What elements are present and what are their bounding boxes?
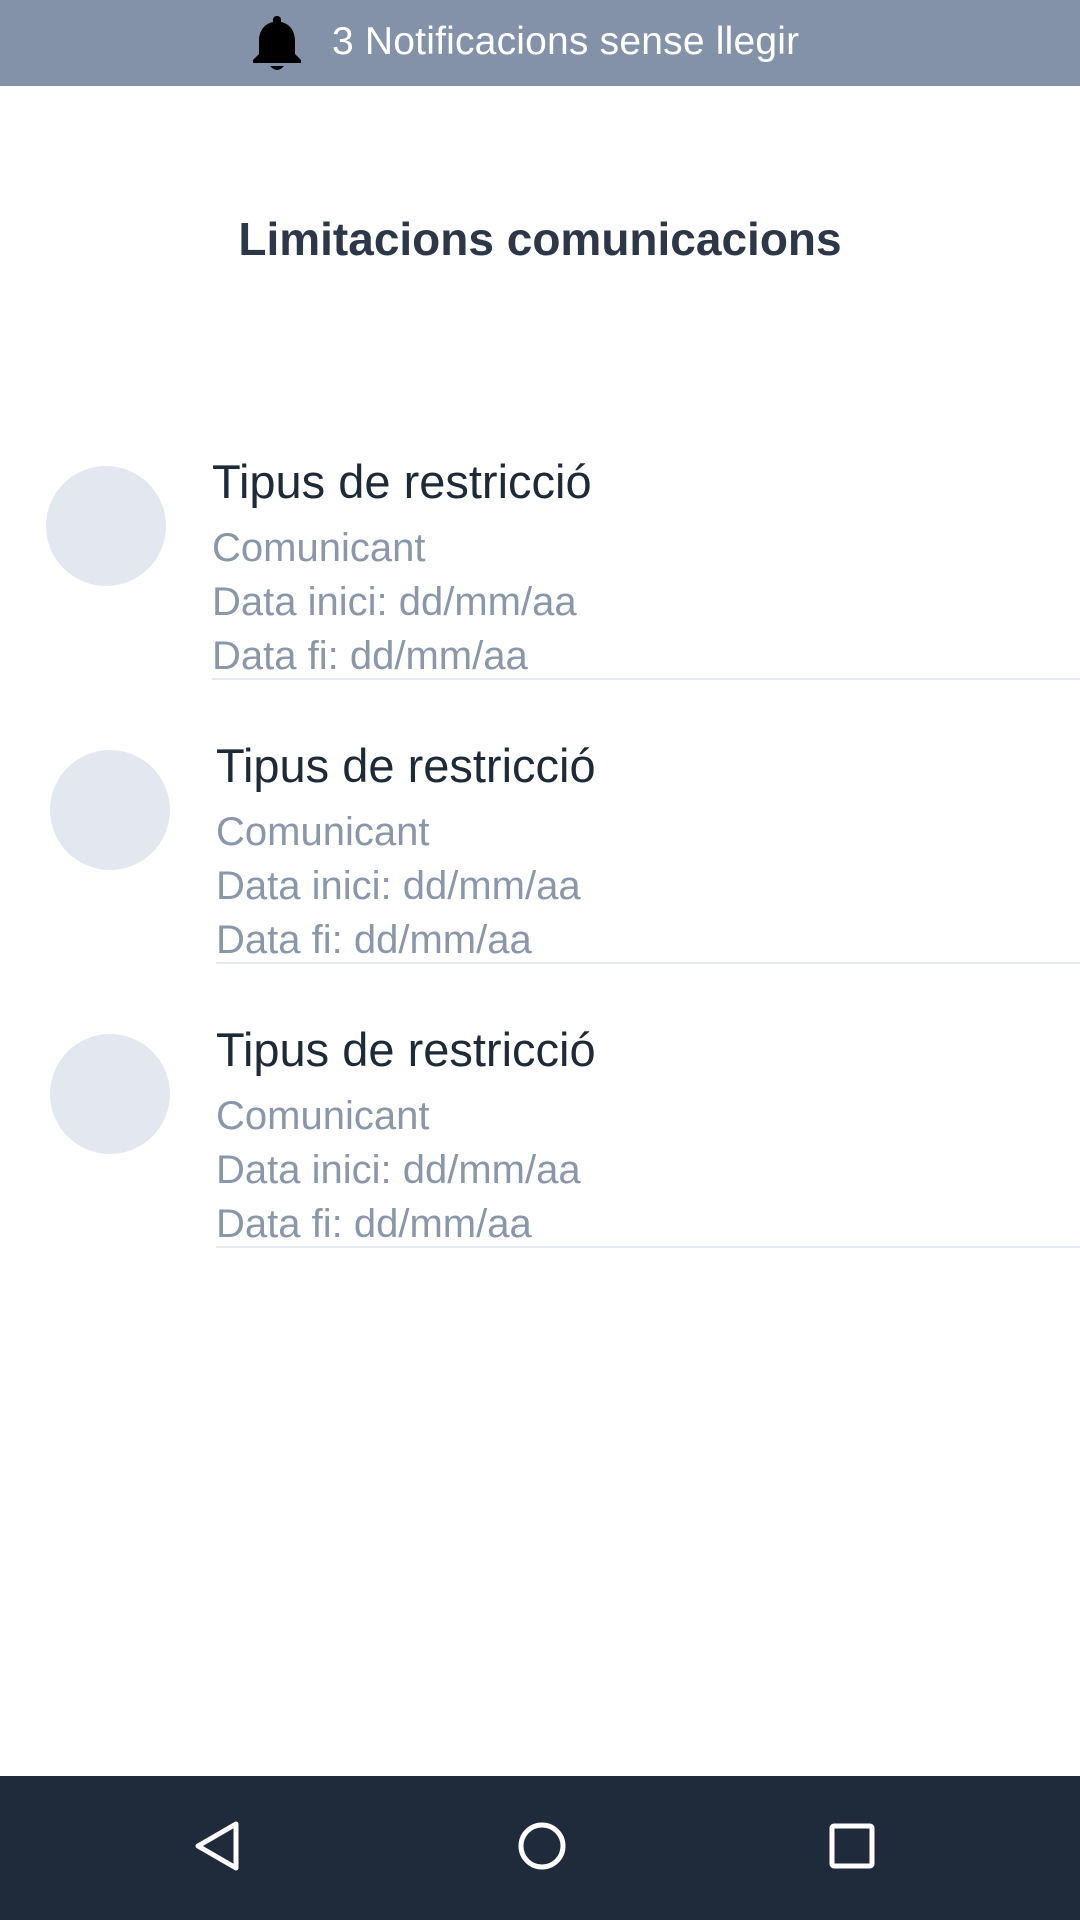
recent-apps-button[interactable] <box>792 1776 912 1920</box>
list-item-subtitle: Comunicant <box>216 1094 430 1138</box>
bell-icon <box>244 10 310 76</box>
list-item-end-date: Data fi: dd/mm/aa <box>216 918 532 962</box>
list-item-start-date: Data inici: dd/mm/aa <box>212 580 577 624</box>
page-title: Limitacions comunicacions <box>238 213 842 265</box>
avatar <box>46 466 166 586</box>
notification-bar[interactable]: 3 Notificacions sense llegir <box>0 0 1080 86</box>
notification-count-text[interactable]: 3 Notificacions sense llegir <box>332 0 799 86</box>
list-item[interactable]: Tipus de restricció Comunicant Data inic… <box>0 724 1080 1008</box>
avatar <box>50 1034 170 1154</box>
system-navigation-bar <box>0 1776 1080 1920</box>
list-item-subtitle: Comunicant <box>212 526 426 570</box>
list-item-title: Tipus de restricció <box>216 1023 596 1076</box>
list-item-title: Tipus de restricció <box>212 455 592 508</box>
list-item-end-date: Data fi: dd/mm/aa <box>216 1202 532 1246</box>
list-item-start-date: Data inici: dd/mm/aa <box>216 864 581 908</box>
back-button[interactable] <box>158 1776 278 1920</box>
list-item-start-date: Data inici: dd/mm/aa <box>216 1148 581 1192</box>
recent-apps-square-icon <box>824 1818 880 1879</box>
list-item-body: Tipus de restricció Comunicant Data inic… <box>216 724 1080 964</box>
avatar <box>50 750 170 870</box>
home-circle-icon <box>514 1818 570 1879</box>
list-item-body: Tipus de restricció Comunicant Data inic… <box>212 440 1080 680</box>
home-button[interactable] <box>482 1776 602 1920</box>
list-item-title: Tipus de restricció <box>216 739 596 792</box>
list-item[interactable]: Tipus de restricció Comunicant Data inic… <box>0 440 1080 724</box>
restriction-list: Tipus de restricció Comunicant Data inic… <box>0 440 1080 1292</box>
list-item-subtitle: Comunicant <box>216 810 430 854</box>
list-item-end-date: Data fi: dd/mm/aa <box>212 634 528 678</box>
back-triangle-icon <box>190 1818 246 1879</box>
list-item[interactable]: Tipus de restricció Comunicant Data inic… <box>0 1008 1080 1292</box>
list-item-body: Tipus de restricció Comunicant Data inic… <box>216 1008 1080 1248</box>
